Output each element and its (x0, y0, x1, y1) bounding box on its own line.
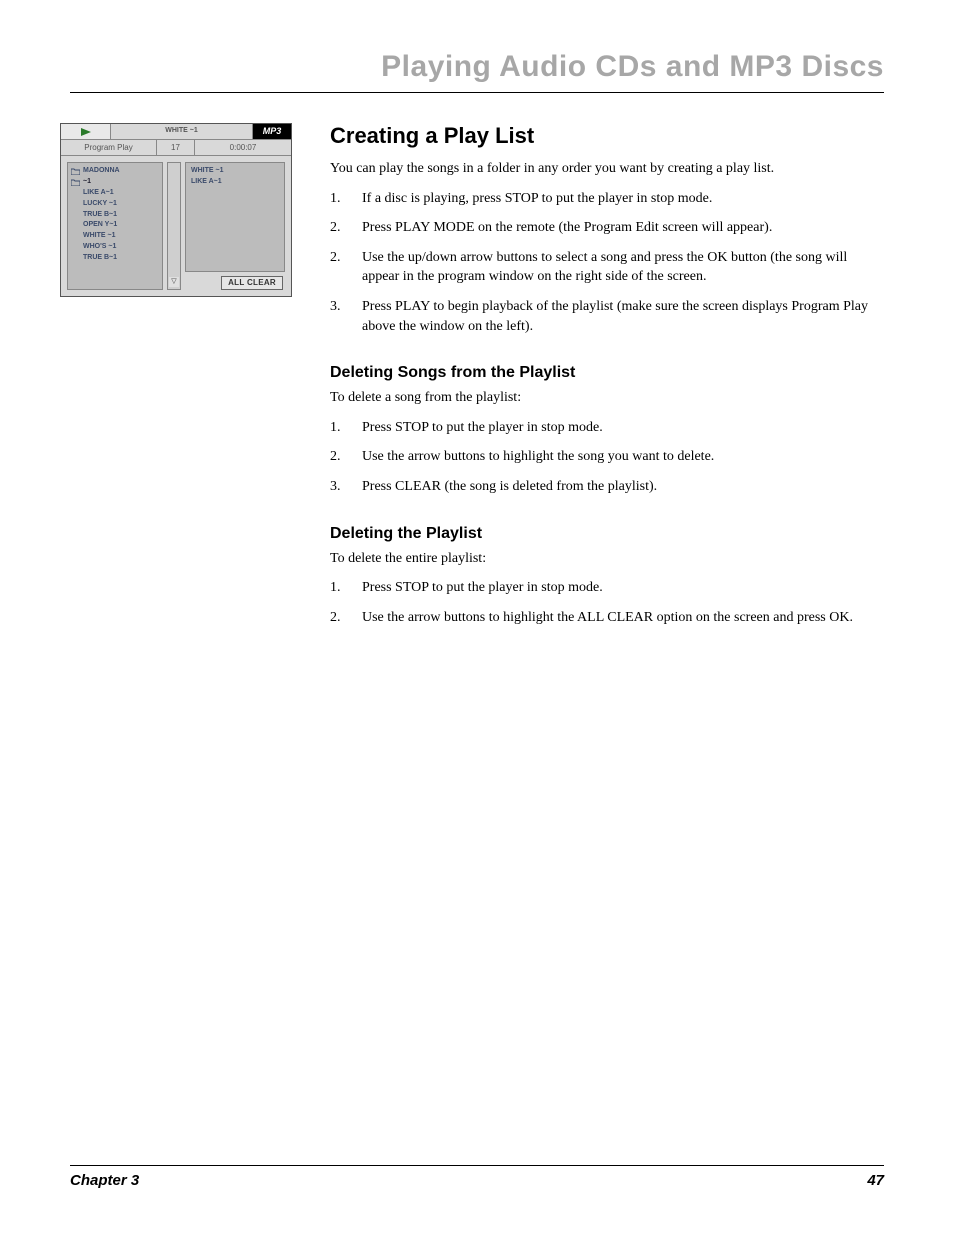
list-item[interactable]: LUCKY ~1 (71, 200, 159, 208)
body-text: To delete a song from the playlist: (330, 388, 884, 408)
page-number: 47 (867, 1172, 884, 1189)
body-text: To delete the entire playlist: (330, 549, 884, 569)
play-icon (61, 124, 111, 139)
all-clear-button[interactable]: ALL CLEAR (221, 276, 283, 290)
list-item[interactable]: WHO'S ~1 (71, 243, 159, 251)
steps-list: 1.Press STOP to put the player in stop m… (330, 418, 884, 497)
current-track-label: WHITE ~1 (111, 124, 253, 139)
elapsed-time: 0:00:07 (195, 140, 291, 155)
player-body: MADONNA ~1 LIKE A~1 LUCKY ~1 TRUE B~1 OP… (61, 156, 291, 296)
file-label: MADONNA (83, 167, 120, 175)
list-item[interactable]: TRUE B~1 (71, 254, 159, 262)
list-item[interactable]: OPEN Y~1 (71, 221, 159, 229)
file-label: WHITE ~1 (83, 232, 115, 240)
steps-list: 1.Press STOP to put the player in stop m… (330, 578, 884, 627)
content-area: WHITE ~1 MP3 Program Play 17 0:00:07 MAD… (70, 123, 884, 637)
player-ui: WHITE ~1 MP3 Program Play 17 0:00:07 MAD… (60, 123, 292, 297)
step-item: 2.Use the arrow buttons to highlight the… (330, 447, 884, 467)
subsection-heading: Deleting Songs from the Playlist (330, 364, 884, 382)
file-label: LIKE A~1 (83, 189, 114, 197)
track-number: 17 (157, 140, 195, 155)
file-label: WHO'S ~1 (83, 243, 116, 251)
body-text: You can play the songs in a folder in an… (330, 159, 884, 179)
list-item[interactable]: MADONNA (71, 167, 159, 175)
step-item: 1.Press STOP to put the player in stop m… (330, 578, 884, 598)
footer-rule (70, 1165, 884, 1166)
list-item[interactable]: WHITE ~1 (71, 232, 159, 240)
player-screenshot: WHITE ~1 MP3 Program Play 17 0:00:07 MAD… (60, 123, 300, 297)
file-label: OPEN Y~1 (83, 221, 117, 229)
file-label: LUCKY ~1 (83, 200, 117, 208)
page-title: Playing Audio CDs and MP3 Discs (70, 50, 884, 92)
section-heading: Creating a Play List (330, 123, 884, 149)
steps-list: 1.If a disc is playing, press STOP to pu… (330, 189, 884, 337)
file-label: TRUE B~1 (83, 211, 117, 219)
step-item: 1.Press STOP to put the player in stop m… (330, 418, 884, 438)
file-label: ~1 (83, 178, 91, 186)
player-status-row: Program Play 17 0:00:07 (61, 140, 291, 156)
step-item: 2.Use the arrow buttons to highlight the… (330, 608, 884, 628)
step-item: 3.Press CLEAR (the song is deleted from … (330, 477, 884, 497)
page-footer: Chapter 3 47 (70, 1165, 884, 1189)
step-item: 1.If a disc is playing, press STOP to pu… (330, 189, 884, 209)
program-column: WHITE ~1 LIKE A~1 ALL CLEAR (185, 162, 285, 290)
chevron-down-icon[interactable]: ▽ (169, 277, 179, 287)
main-column: Creating a Play List You can play the so… (330, 123, 884, 637)
list-item[interactable]: LIKE A~1 (71, 189, 159, 197)
step-item: 3.Press PLAY to begin playback of the pl… (330, 297, 884, 336)
program-play-label: Program Play (61, 140, 157, 155)
file-label: TRUE B~1 (83, 254, 117, 262)
program-list: WHITE ~1 LIKE A~1 (185, 162, 285, 272)
header-rule (70, 92, 884, 93)
mp3-badge: MP3 (253, 124, 291, 139)
list-item[interactable]: ~1 (71, 178, 159, 186)
player-top-row: WHITE ~1 MP3 (61, 124, 291, 140)
step-item: 2.Use the up/down arrow buttons to selec… (330, 248, 884, 287)
subsection-heading: Deleting the Playlist (330, 525, 884, 543)
scrollbar[interactable]: ▽ (167, 162, 181, 290)
list-item[interactable]: WHITE ~1 (191, 167, 279, 175)
chapter-label: Chapter 3 (70, 1172, 139, 1189)
folder-icon (71, 168, 80, 175)
file-list: MADONNA ~1 LIKE A~1 LUCKY ~1 TRUE B~1 OP… (67, 162, 163, 290)
step-item: 2.Press PLAY MODE on the remote (the Pro… (330, 218, 884, 238)
folder-icon (71, 179, 80, 186)
list-item[interactable]: TRUE B~1 (71, 211, 159, 219)
list-item[interactable]: LIKE A~1 (191, 178, 279, 186)
